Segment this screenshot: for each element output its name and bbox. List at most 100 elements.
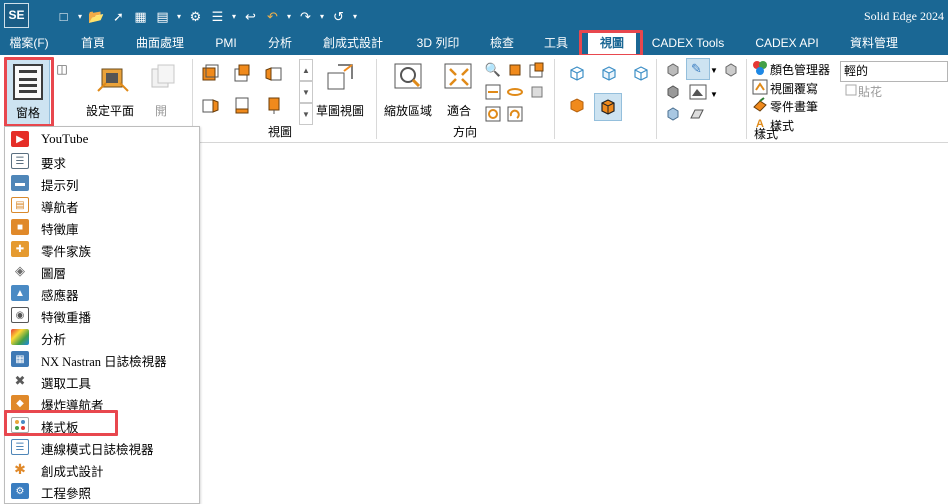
dropdown-item-nastran-log[interactable]: ▦ NX Nastran 日誌檢視器 [5, 348, 199, 370]
shaded-edges-cube-button[interactable] [594, 93, 622, 121]
blue-cube-icon[interactable] [664, 105, 682, 123]
silver-cube-icon[interactable] [722, 61, 740, 79]
gray-cube-2-icon[interactable] [664, 83, 682, 101]
menu-inspect[interactable]: 檢查 [485, 32, 519, 55]
open-label[interactable]: 開 [155, 102, 167, 119]
dropdown-item-feature-library[interactable]: ■ 特徵庫 [5, 216, 199, 238]
decal-icon[interactable] [844, 83, 858, 97]
dropdown-item-navigator[interactable]: ▤ 導航者 [5, 194, 199, 216]
zoom-icon[interactable]: 🔍 [484, 61, 502, 79]
previous-view-icon[interactable] [484, 105, 502, 123]
solid-edge-logo[interactable]: SE [4, 3, 29, 28]
menu-file[interactable]: 檔案(F) [4, 32, 54, 55]
dropdown-item-analysis[interactable]: 分析 [5, 326, 199, 348]
chevron-down-icon[interactable]: ▾ [285, 7, 293, 26]
style-select[interactable]: 輕的 [840, 61, 948, 82]
wireframe-cube-icon[interactable] [566, 63, 586, 83]
dropdown-item-connection-log[interactable]: ☰ 連線模式日誌檢視器 [5, 436, 199, 458]
exit-icon[interactable]: ↩ [241, 7, 260, 26]
menu-3d-print[interactable]: 3D 列印 [410, 32, 466, 55]
dropdown-item-generative-design[interactable]: ✱ 創成式設計 [5, 458, 199, 480]
view-top-icon[interactable] [232, 63, 252, 83]
menu-surfacing[interactable]: 曲面處理 [130, 32, 190, 55]
sketch-view-label[interactable]: 草圖視圖 [316, 102, 364, 119]
color-manager-label[interactable]: 顏色管理器 [770, 61, 830, 78]
rotate-view-icon[interactable] [506, 61, 524, 79]
chevron-down-icon[interactable]: ▾ [175, 7, 183, 26]
views-scroll-up-icon[interactable]: ▲ [299, 59, 313, 81]
zoom-area-icon[interactable] [392, 61, 426, 95]
explode-navigator-icon: ◆ [11, 395, 29, 411]
menu-cadex-api[interactable]: CADEX API [748, 32, 826, 55]
style-board-highlight [4, 410, 118, 436]
common-views-icon[interactable] [528, 83, 546, 101]
part-painter-label[interactable]: 零件畫筆 [770, 98, 818, 115]
visible-edges-cube-icon[interactable] [598, 63, 618, 83]
view-left-icon[interactable] [264, 63, 284, 83]
part-family-icon: ✚ [11, 241, 29, 257]
view-bottom-icon[interactable] [232, 95, 252, 115]
menu-home[interactable]: 首頁 [76, 32, 110, 55]
dropdown-item-sensors[interactable]: ▲ 感應器 [5, 282, 199, 304]
settings-icon[interactable]: ⚙ [186, 7, 205, 26]
menu-analysis[interactable]: 分析 [263, 32, 297, 55]
open-sketch-icon[interactable] [148, 63, 178, 93]
shaded-cube-icon[interactable] [566, 95, 586, 115]
view-overlay-label[interactable]: 視圖覆寫 [770, 80, 818, 97]
view-front-icon[interactable] [200, 63, 220, 83]
menu-generative[interactable]: 創成式設計 [317, 32, 389, 55]
redo-icon[interactable]: ↷ [296, 7, 315, 26]
views-more-icon[interactable]: ▼ [299, 103, 313, 125]
menu-tools[interactable]: 工具 [539, 32, 573, 55]
color-manager-icon[interactable] [752, 60, 768, 76]
set-plane-label[interactable]: 設定平面 [86, 102, 134, 119]
refresh-view-icon[interactable] [506, 105, 524, 123]
repeat-icon[interactable]: ↺ [329, 7, 348, 26]
perspective-icon[interactable] [688, 105, 706, 123]
save-icon[interactable]: ▦ [131, 7, 150, 26]
customize-icon[interactable]: ▾ [351, 7, 359, 26]
menu-cadex-tools[interactable]: CADEX Tools [648, 32, 728, 55]
gray-cube-icon[interactable] [664, 61, 682, 79]
menu-icon[interactable]: ☰ [208, 7, 227, 26]
dropdown-item-layers[interactable]: ◈ 圖層 [5, 260, 199, 282]
new-icon[interactable]: □ [54, 7, 73, 26]
part-painter-icon[interactable] [752, 97, 768, 113]
menu-pmi[interactable]: PMI [209, 32, 243, 55]
view-back-icon[interactable] [264, 95, 284, 115]
dropdown-item-prompt-bar[interactable]: ▬ 提示列 [5, 172, 199, 194]
dropdown-item-youtube[interactable]: ▶ YouTube [5, 128, 199, 150]
dropdown-item-part-family[interactable]: ✚ 零件家族 [5, 238, 199, 260]
dropdown-item-requirements[interactable]: ☰ 要求 [5, 150, 199, 172]
chevron-down-icon[interactable]: ▾ [230, 7, 238, 26]
fit-icon[interactable] [442, 61, 476, 95]
view-overlay-icon[interactable] [752, 79, 768, 95]
window-split-icon[interactable]: ◫ [54, 61, 70, 77]
chevron-down-icon[interactable]: ▼ [710, 87, 718, 101]
dropdown-item-select-tool[interactable]: ✖ 選取工具 [5, 370, 199, 392]
save-as-icon[interactable]: ▤ [153, 7, 172, 26]
decal-label[interactable]: 貼花 [858, 83, 882, 100]
open-icon[interactable]: 📂 [87, 7, 106, 26]
set-plane-icon[interactable] [96, 61, 130, 95]
fit-label[interactable]: 適合 [447, 102, 471, 119]
pin-icon[interactable]: ➚ [109, 7, 128, 26]
named-views-icon[interactable] [528, 61, 546, 79]
hidden-edges-cube-icon[interactable] [630, 63, 650, 83]
chevron-down-icon[interactable]: ▾ [318, 7, 326, 26]
chevron-down-icon[interactable]: ▾ [76, 7, 84, 26]
view-right-icon[interactable] [200, 95, 220, 115]
edge-tool-button[interactable]: ✎ [686, 58, 710, 80]
views-scroll-down-icon[interactable]: ▼ [299, 81, 313, 103]
dropdown-item-label: NX Nastran 日誌檢視器 [41, 355, 167, 369]
undo-icon[interactable]: ↶ [263, 7, 282, 26]
sketch-view-icon[interactable] [324, 61, 358, 95]
floor-reflection-icon[interactable] [688, 83, 708, 101]
spin-about-icon[interactable] [506, 83, 524, 101]
chevron-down-icon[interactable]: ▼ [710, 63, 718, 77]
dropdown-item-engineering-reference[interactable]: ⚙ 工程參照 [5, 480, 199, 502]
pan-icon[interactable] [484, 83, 502, 101]
dropdown-item-feature-playback[interactable]: ◉ 特徵重播 [5, 304, 199, 326]
menu-data-management[interactable]: 資料管理 [843, 32, 905, 55]
zoom-area-label[interactable]: 縮放區域 [384, 102, 432, 119]
